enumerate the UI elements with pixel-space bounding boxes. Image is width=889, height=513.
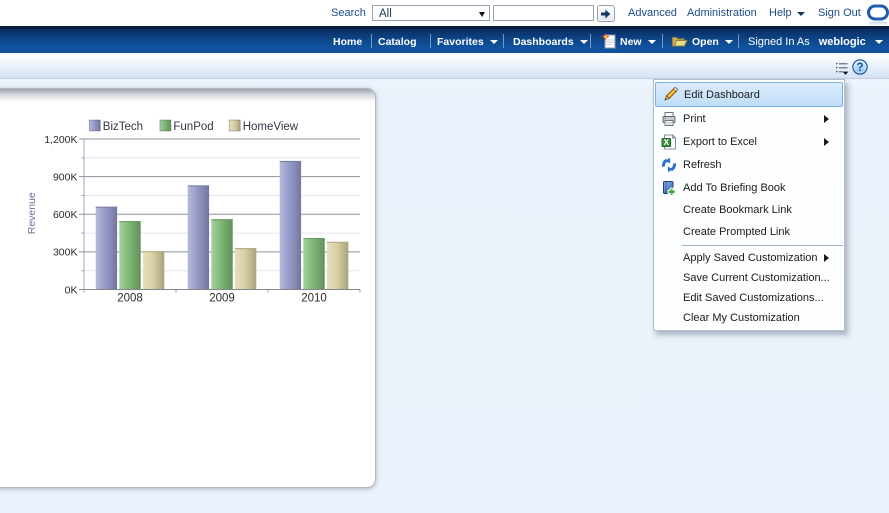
menu-item-apply-saved-customization[interactable]: Apply Saved Customization [655, 248, 843, 268]
svg-text:1,200K: 1,200K [44, 134, 77, 146]
svg-text:600K: 600K [53, 209, 78, 221]
svg-text:900K: 900K [53, 171, 78, 183]
new-document-icon [601, 33, 617, 54]
search-scope-value: All [379, 8, 392, 20]
submenu-arrow-icon [824, 254, 829, 262]
search-go-button[interactable] [597, 5, 615, 22]
menu-item-edit-dashboard[interactable]: Edit Dashboard [655, 82, 843, 107]
dashboards-dropdown-icon [579, 40, 588, 44]
nav-home[interactable]: Home [333, 30, 362, 54]
top-utility-bar: Search All Advanced Administration Help … [0, 0, 889, 26]
search-input[interactable] [493, 5, 594, 21]
nav-separator [503, 34, 504, 48]
nav-separator [662, 34, 663, 48]
briefing-book-icon [661, 180, 677, 196]
nav-separator [590, 34, 591, 48]
menu-item-add-to-briefing-book[interactable]: Add To Briefing Book [655, 176, 843, 199]
sign-out-link[interactable]: Sign Out [818, 7, 861, 19]
revenue-bar-chart: 0K 300K 600K 900K 1,200K 2008 2009 2010 BizTech F… [26, 119, 361, 305]
open-dropdown-icon [724, 40, 733, 44]
svg-text:BizTech: BizTech [103, 121, 143, 133]
menu-separator [682, 245, 843, 246]
help-dropdown-icon[interactable] [797, 12, 805, 16]
nav-separator [738, 34, 739, 48]
menu-item-print[interactable]: Print [655, 107, 843, 130]
svg-text:2009: 2009 [209, 293, 235, 305]
select-dropdown-icon [479, 11, 485, 17]
chart-panel: 0K 300K 600K 900K 1,200K 2008 2009 2010 BizTech F… [0, 88, 376, 488]
menu-item-export-to-excel[interactable]: X Export to Excel [655, 130, 843, 153]
refresh-icon [661, 157, 677, 173]
submenu-arrow-icon [824, 114, 829, 123]
nav-open[interactable]: Open [692, 30, 733, 54]
signed-in-as-label: Signed In As [748, 36, 810, 48]
nav-new[interactable]: New [620, 30, 656, 54]
page-options-button[interactable] [834, 61, 849, 76]
submenu-arrow-icon [824, 137, 829, 146]
new-dropdown-icon [647, 40, 656, 44]
main-navigation-bar: Home Catalog Favorites Dashboards New Op… [0, 26, 889, 53]
menu-item-save-current-customization[interactable]: Save Current Customization... [655, 268, 843, 288]
advanced-link[interactable]: Advanced [628, 7, 677, 19]
go-arrow-icon [601, 9, 611, 18]
dashboard-options-menu: Edit Dashboard Print X Export to Excel R… [653, 79, 845, 331]
help-button[interactable]: ? [852, 59, 868, 75]
signed-in-username: weblogic [818, 36, 866, 48]
administration-link[interactable]: Administration [687, 7, 757, 19]
menu-item-create-prompted-link[interactable]: Create Prompted Link [655, 221, 843, 243]
signed-in-menu[interactable]: Signed In As weblogic [748, 30, 883, 54]
help-menu[interactable]: Help [769, 7, 792, 19]
open-folder-icon [671, 33, 688, 54]
svg-text:2008: 2008 [117, 293, 143, 305]
favorites-dropdown-icon [489, 40, 498, 44]
svg-text:?: ? [856, 62, 863, 74]
printer-icon [661, 111, 677, 127]
menu-item-edit-saved-customizations[interactable]: Edit Saved Customizations... [655, 288, 843, 308]
svg-text:Revenue: Revenue [26, 192, 38, 234]
svg-text:0K: 0K [65, 284, 78, 296]
pencil-icon [662, 86, 679, 103]
nav-dashboards[interactable]: Dashboards [513, 30, 588, 54]
svg-text:FunPod: FunPod [173, 121, 213, 133]
nav-separator [371, 34, 372, 48]
search-label: Search [331, 7, 366, 19]
menu-item-refresh[interactable]: Refresh [655, 153, 843, 176]
excel-icon: X [661, 133, 677, 150]
menu-item-clear-my-customization[interactable]: Clear My Customization [655, 308, 843, 328]
svg-text:HomeView: HomeView [243, 121, 299, 133]
nav-catalog[interactable]: Catalog [378, 30, 417, 54]
search-scope-select[interactable]: All [372, 5, 490, 21]
svg-text:X: X [664, 138, 670, 147]
svg-text:300K: 300K [53, 247, 78, 259]
user-dropdown-icon [874, 40, 883, 44]
svg-text:2010: 2010 [301, 293, 327, 305]
nav-favorites[interactable]: Favorites [437, 30, 498, 54]
menu-item-create-bookmark-link[interactable]: Create Bookmark Link [655, 199, 843, 221]
dashboard-toolbar: ? [0, 53, 889, 79]
nav-separator [430, 34, 431, 48]
